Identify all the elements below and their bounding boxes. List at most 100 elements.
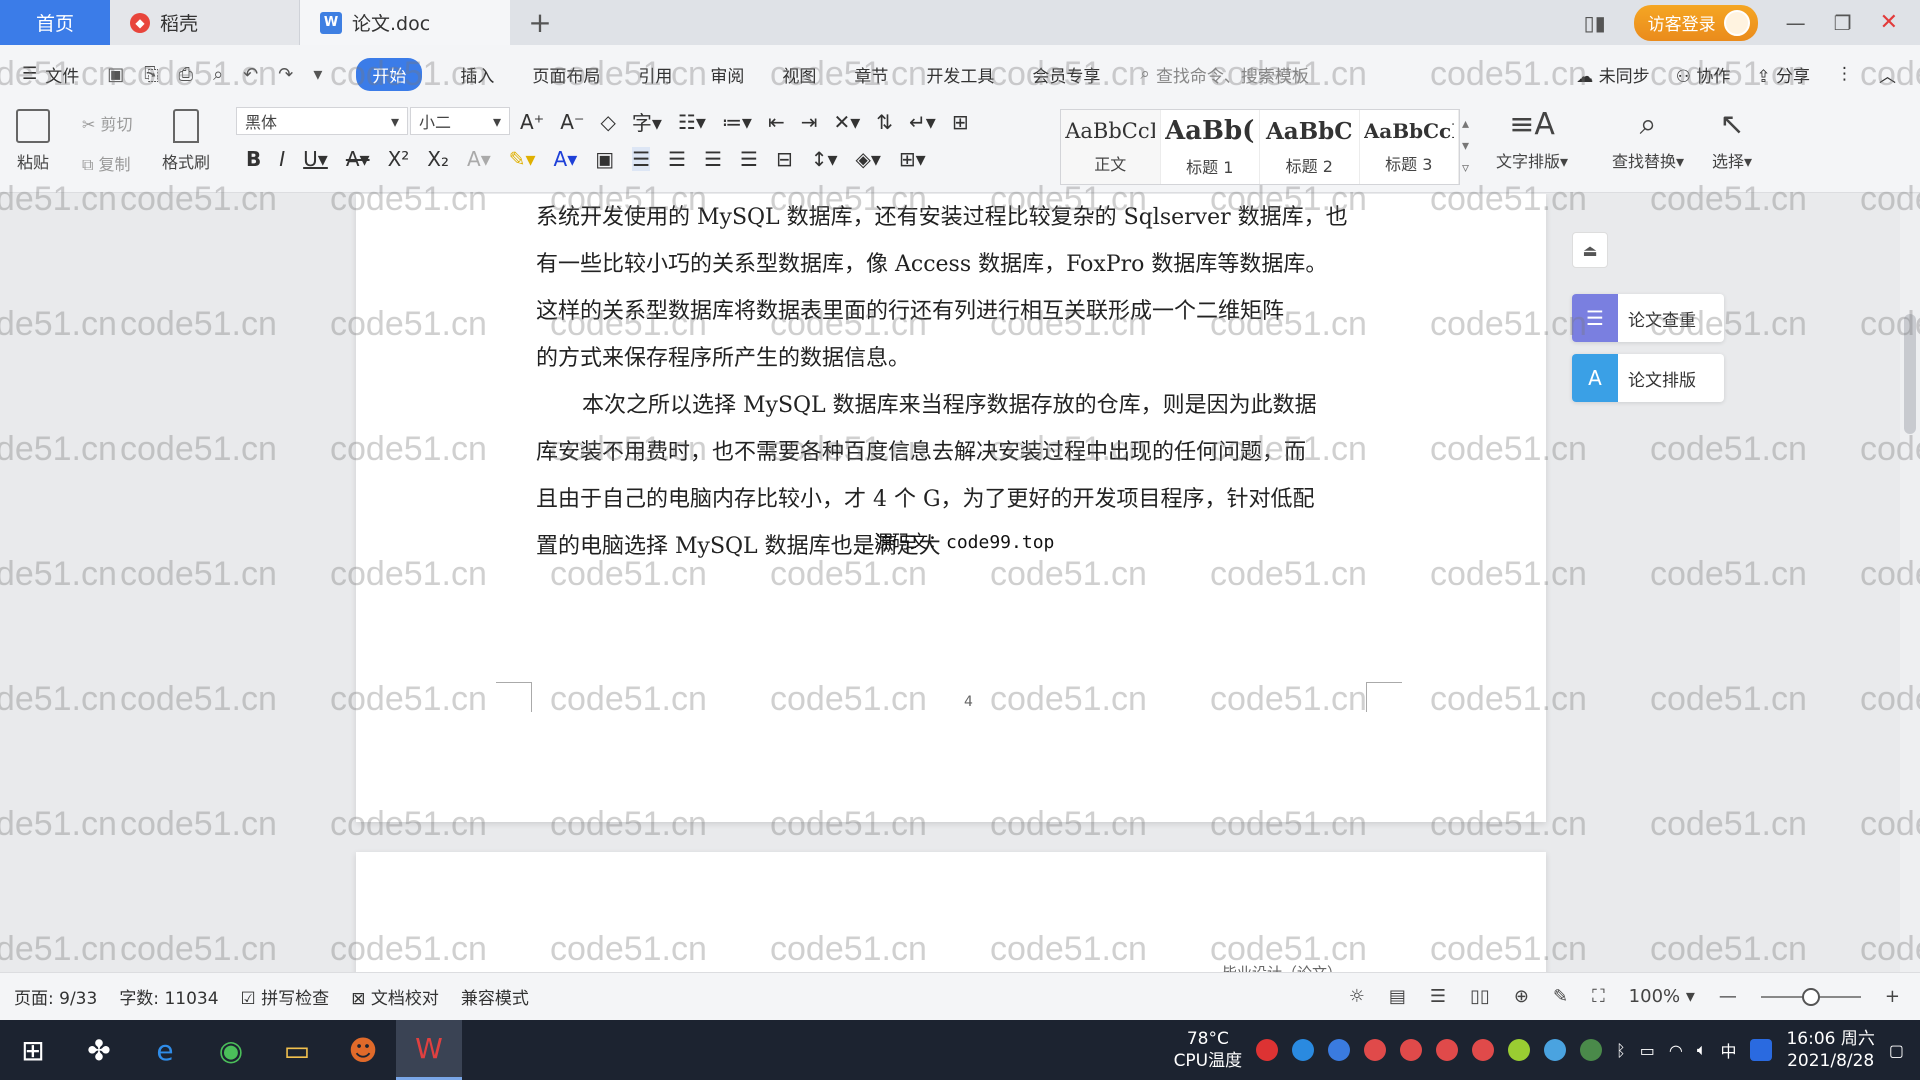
game-app-icon[interactable]: ☻: [330, 1020, 396, 1080]
save-icon[interactable]: ▣: [107, 64, 124, 85]
close-button[interactable]: ✕: [1880, 10, 1898, 35]
reading-view-icon[interactable]: ▯▯: [1470, 986, 1490, 1007]
page-view-icon[interactable]: ▤: [1389, 986, 1406, 1007]
paper-layout-button[interactable]: A 论文排版: [1572, 354, 1724, 402]
shading-icon[interactable]: ◈▾: [856, 147, 881, 171]
text-effect-icon[interactable]: A▾: [467, 147, 491, 171]
page-indicator[interactable]: 页面: 9/33: [14, 984, 97, 1009]
italic-icon[interactable]: I: [279, 147, 285, 171]
restore-button[interactable]: ❐: [1834, 11, 1852, 35]
internet-explorer-icon[interactable]: e: [132, 1020, 198, 1080]
tray-app-icon[interactable]: [1472, 1039, 1495, 1061]
wps-app-icon[interactable]: W: [396, 1020, 462, 1080]
tab-home[interactable]: 首页: [0, 0, 110, 45]
format-painter-button[interactable]: 格式刷: [162, 109, 210, 173]
strikethrough-icon[interactable]: A▾: [346, 147, 370, 171]
pen-icon[interactable]: ✎: [1553, 986, 1568, 1007]
tab-daoke[interactable]: ◆ 稻壳: [110, 0, 300, 45]
paste-button[interactable]: 粘贴: [16, 109, 50, 173]
find-replace-button[interactable]: ⌕ 查找替换▾: [1612, 107, 1684, 172]
font-name-select[interactable]: 黑体 ▾: [236, 107, 408, 135]
zoom-in-icon[interactable]: +: [1885, 986, 1900, 1007]
vertical-scrollbar[interactable]: [1900, 194, 1920, 972]
zoom-slider-knob[interactable]: [1801, 987, 1820, 1006]
style-heading-3[interactable]: AaBbCcI 标题 3: [1360, 110, 1459, 184]
command-search[interactable]: ⌕ 查找命令、搜索模板: [1140, 62, 1309, 87]
align-right-icon[interactable]: ☰: [704, 147, 722, 171]
tray-app-icon[interactable]: [1436, 1039, 1459, 1061]
undo-icon[interactable]: ↶: [243, 64, 258, 85]
decrease-indent-icon[interactable]: ⇤: [768, 110, 785, 134]
redo-icon[interactable]: ↷: [278, 64, 293, 85]
increase-indent-icon[interactable]: ⇥: [801, 110, 818, 134]
minimize-button[interactable]: —: [1786, 11, 1806, 35]
web-view-icon[interactable]: ⊕: [1514, 986, 1529, 1007]
numbering-icon[interactable]: ≔▾: [722, 110, 752, 134]
select-button[interactable]: ↖ 选择▾: [1712, 107, 1752, 172]
align-left-icon[interactable]: ☰: [632, 147, 651, 171]
file-menu[interactable]: ☰ 文件: [0, 62, 79, 87]
menu-insert[interactable]: 插入: [460, 62, 494, 87]
style-heading-1[interactable]: AaBb(标题 1: [1161, 110, 1260, 184]
battery-icon[interactable]: ▭: [1640, 1041, 1655, 1060]
font-color-icon[interactable]: A▾: [554, 147, 578, 171]
menu-member[interactable]: 会员专享: [1032, 62, 1100, 87]
collapse-ribbon-icon[interactable]: ︿: [1879, 62, 1896, 87]
highlight-icon[interactable]: ✎▾: [509, 147, 536, 171]
font-size-select[interactable]: 小二 ▾: [410, 107, 510, 135]
fit-page-icon[interactable]: ⛶: [1592, 986, 1605, 1007]
style-heading-2[interactable]: AaBbC 标题 2: [1260, 110, 1360, 184]
scrollbar-thumb[interactable]: [1904, 314, 1916, 434]
chinese-layout-icon[interactable]: ✕▾: [833, 110, 860, 134]
menu-developer[interactable]: 开发工具: [926, 62, 994, 87]
shrink-font-icon[interactable]: A⁻: [560, 110, 584, 134]
nvidia-icon[interactable]: [1580, 1039, 1603, 1061]
word-count[interactable]: 字数: 11034: [119, 984, 218, 1009]
grow-font-icon[interactable]: A⁺: [520, 110, 544, 134]
menu-references[interactable]: 引用: [638, 62, 672, 87]
collapse-panel-icon[interactable]: ⏏: [1572, 232, 1608, 268]
spell-check-button[interactable]: ☑ 拼写检查: [241, 984, 330, 1009]
tray-app-icon[interactable]: [1544, 1039, 1567, 1061]
outline-view-icon[interactable]: ☰: [1430, 986, 1446, 1007]
tray-app-icon[interactable]: [1400, 1039, 1423, 1061]
volume-icon[interactable]: 🔈︎: [1697, 1040, 1707, 1060]
system-clock[interactable]: 16:06 周六 2021/8/28: [1786, 1028, 1874, 1072]
ime-indicator[interactable]: 中: [1720, 1038, 1736, 1062]
wifi-icon[interactable]: ◠: [1669, 1041, 1683, 1060]
superscript-icon[interactable]: X²: [388, 147, 410, 171]
align-center-icon[interactable]: ☰: [668, 147, 686, 171]
sort-icon[interactable]: ⇅: [876, 110, 893, 134]
notification-icon[interactable]: ▢: [1889, 1041, 1904, 1060]
show-marks-icon[interactable]: ↵▾: [909, 110, 936, 134]
menu-view[interactable]: 视图: [782, 62, 816, 87]
more-icon[interactable]: ⋮: [1836, 64, 1853, 84]
zoom-slider[interactable]: [1760, 987, 1861, 1006]
menu-page-layout[interactable]: 页面布局: [532, 62, 600, 87]
line-spacing-icon[interactable]: ↕▾: [811, 147, 838, 171]
menu-review[interactable]: 审阅: [710, 62, 744, 87]
eye-protect-icon[interactable]: ☼: [1349, 986, 1365, 1007]
bold-icon[interactable]: B: [246, 147, 261, 171]
text-layout-button[interactable]: ≡A 文字排版▾: [1496, 107, 1568, 172]
tray-app-icon[interactable]: [1292, 1039, 1315, 1061]
tray-app-icon[interactable]: [1256, 1039, 1279, 1061]
pinwheel-app-icon[interactable]: ✤: [66, 1020, 132, 1080]
tray-app-icon[interactable]: [1364, 1039, 1387, 1061]
justify-icon[interactable]: ☰: [740, 147, 758, 171]
distribute-icon[interactable]: ⊟: [776, 147, 793, 171]
sync-status[interactable]: ☁ 未同步: [1576, 62, 1649, 87]
phonetic-icon[interactable]: 字▾: [632, 107, 662, 136]
document-page[interactable]: 系统开发使用的 MySQL 数据库，还有安装过程比较复杂的 Sqlserver …: [356, 194, 1546, 822]
collaborate-button[interactable]: ⚇ 协作: [1676, 62, 1731, 87]
underline-icon[interactable]: U▾: [303, 147, 328, 171]
copy-button[interactable]: ⧉ 复制: [82, 151, 131, 175]
style-normal[interactable]: AaBbCcI 正文: [1061, 110, 1161, 184]
shield-icon[interactable]: [1328, 1039, 1351, 1061]
style-scroll-icon[interactable]: ▴ ▾ ▿: [1462, 113, 1469, 179]
customize-chevron-icon[interactable]: ▾: [313, 64, 322, 85]
zoom-select[interactable]: 100% ▾: [1629, 986, 1695, 1007]
paper-check-button[interactable]: ☰ 论文查重: [1572, 294, 1724, 342]
doc-proof-button[interactable]: ⊠ 文档校对: [351, 984, 439, 1009]
file-explorer-icon[interactable]: ▭: [264, 1020, 330, 1080]
